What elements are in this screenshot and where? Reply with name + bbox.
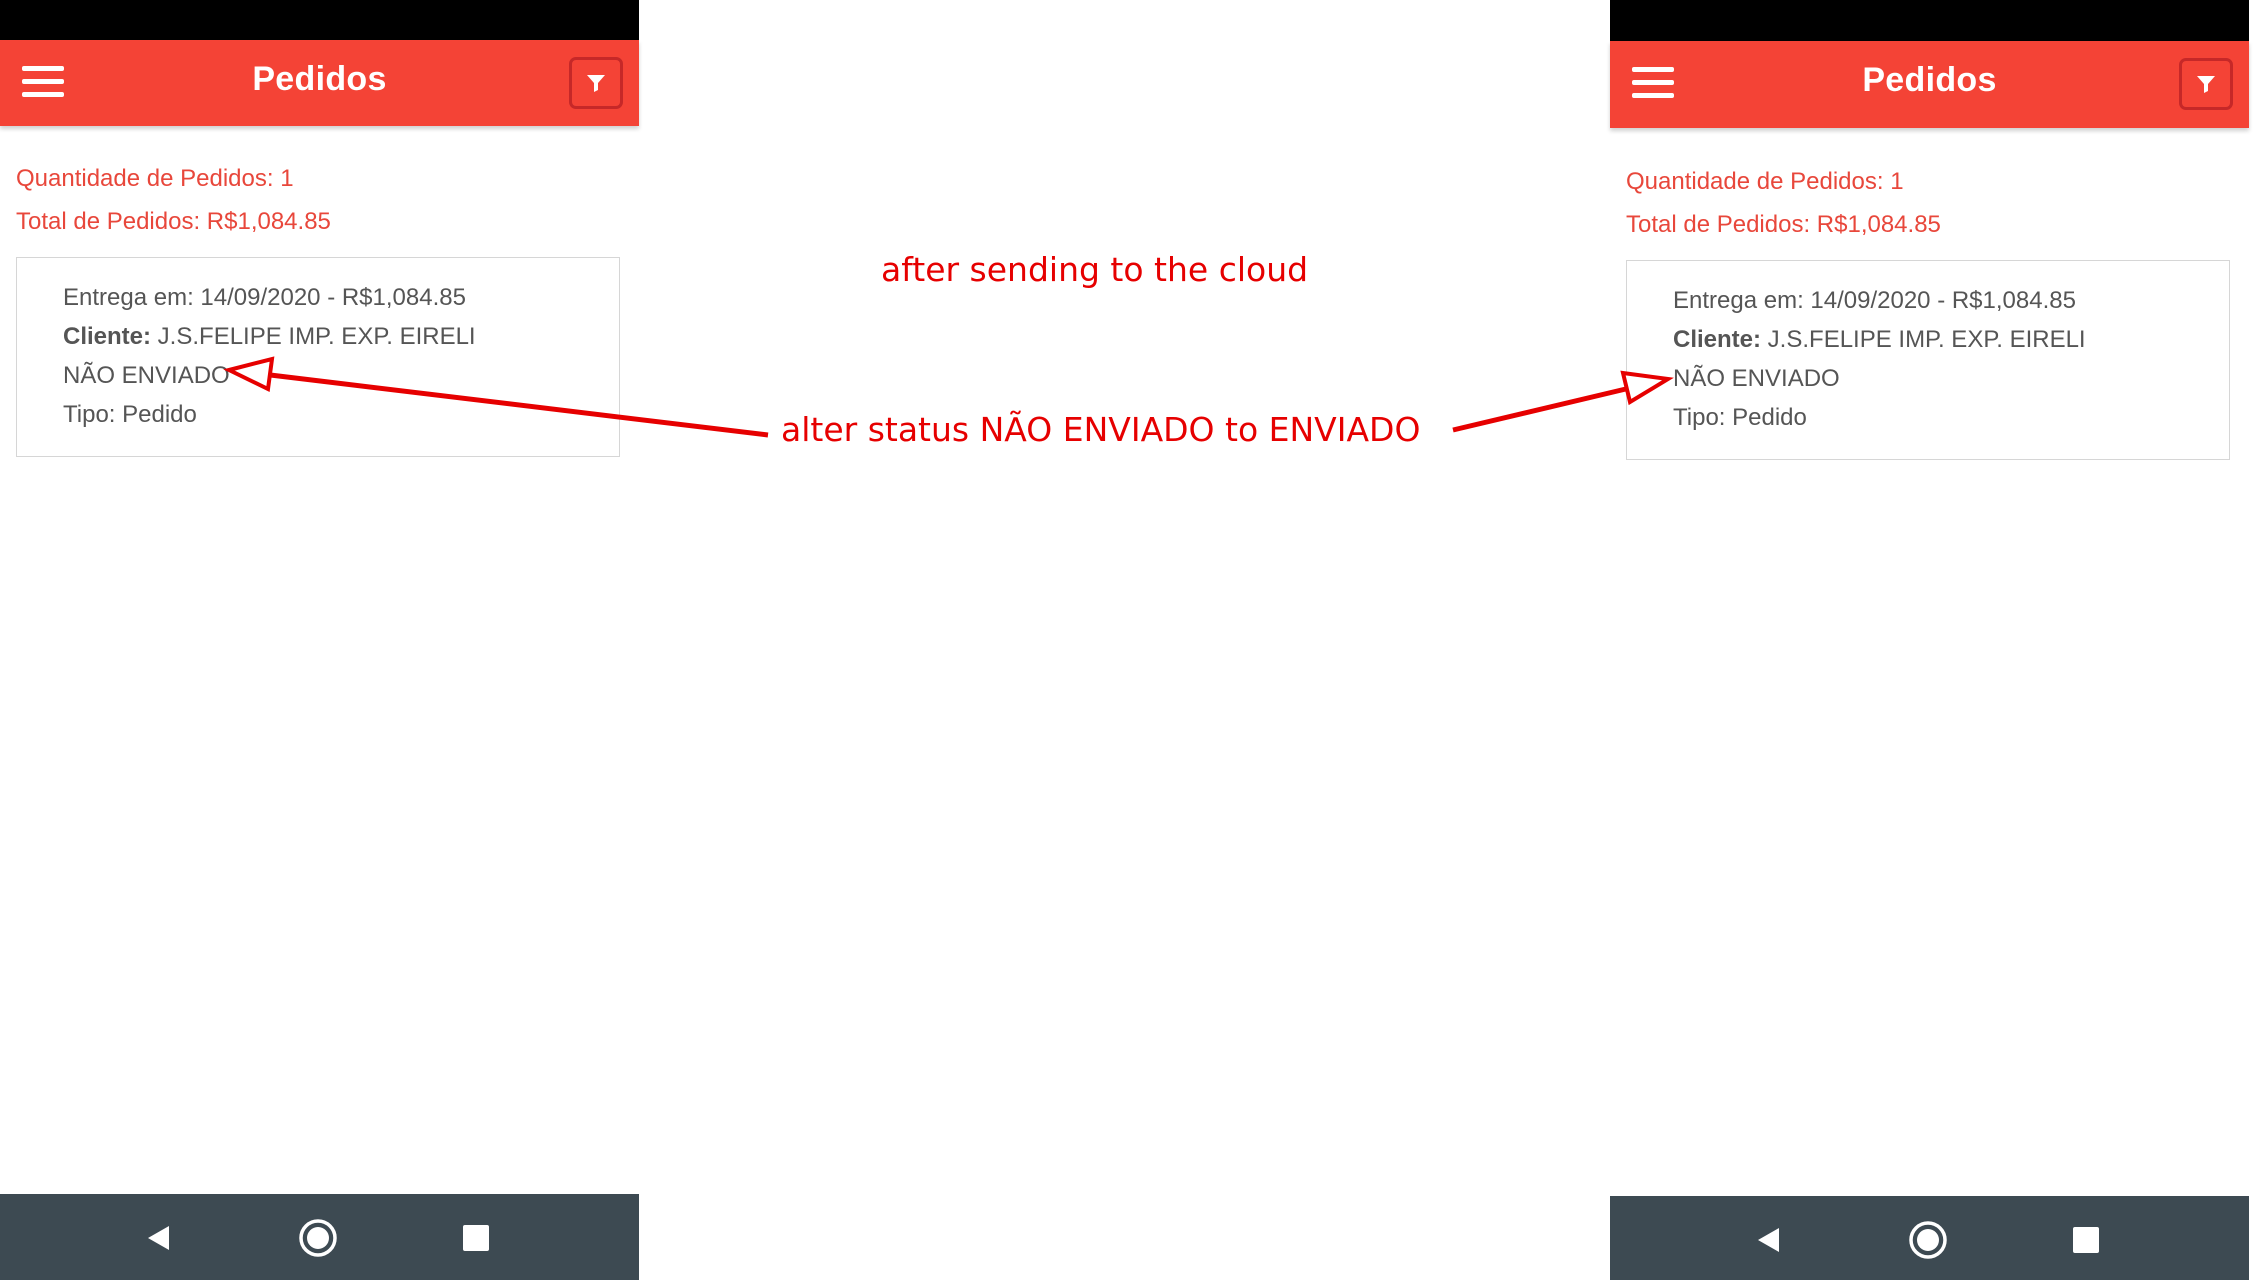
recents-button[interactable] — [2066, 1220, 2106, 1260]
status-bar — [0, 0, 639, 40]
phone-screen-before: Pedidos Quantidade de Pedidos: 1 Total d… — [0, 0, 639, 1280]
phone-screen-after: Pedidos Quantidade de Pedidos: 1 Total d… — [1610, 0, 2249, 1280]
client-label: Cliente: — [1673, 326, 1762, 353]
funnel-filter-icon — [587, 75, 605, 92]
order-type: Tipo: Pedido — [63, 401, 197, 428]
funnel-filter-icon — [2197, 76, 2215, 93]
system-nav-bar — [0, 1194, 639, 1280]
app-toolbar: Pedidos — [1610, 41, 2249, 128]
status-bar — [1610, 0, 2249, 41]
screenshot-canvas: Pedidos Quantidade de Pedidos: 1 Total d… — [0, 0, 2268, 1280]
annotation-alter-status: alter status NÃO ENVIADO to ENVIADO — [781, 410, 1421, 449]
system-nav-bar — [1610, 1196, 2249, 1280]
order-type: Tipo: Pedido — [1673, 404, 1807, 431]
delivery-info: Entrega em: 14/09/2020 - R$1,084.85 — [63, 284, 466, 311]
order-card[interactable]: Entrega em: 14/09/2020 - R$1,084.85 Clie… — [1626, 260, 2230, 460]
filter-button[interactable] — [569, 57, 623, 109]
triangle-back-icon — [1758, 1228, 1779, 1252]
client-name: J.S.FELIPE IMP. EXP. EIRELI — [1761, 326, 2086, 353]
square-recents-icon — [463, 1225, 489, 1251]
order-summary: Quantidade de Pedidos: 1 Total de Pedido… — [1626, 160, 1941, 246]
home-button[interactable] — [298, 1218, 338, 1258]
square-recents-icon — [2073, 1227, 2099, 1253]
filter-button[interactable] — [2179, 58, 2233, 110]
order-status: NÃO ENVIADO — [63, 362, 230, 389]
back-button[interactable] — [1750, 1220, 1790, 1260]
order-count: Quantidade de Pedidos: 1 — [1626, 168, 1904, 195]
order-total: Total de Pedidos: R$1,084.85 — [1626, 211, 1941, 238]
circle-home-icon — [299, 1219, 337, 1257]
annotation-after-sending: after sending to the cloud — [881, 250, 1309, 289]
client-info: Cliente: J.S.FELIPE IMP. EXP. EIRELI — [1673, 320, 2086, 359]
app-toolbar: Pedidos — [0, 40, 639, 126]
recents-button[interactable] — [456, 1218, 496, 1258]
delivery-info: Entrega em: 14/09/2020 - R$1,084.85 — [1673, 287, 2076, 314]
order-card[interactable]: Entrega em: 14/09/2020 - R$1,084.85 Clie… — [16, 257, 620, 457]
page-title: Pedidos — [1862, 61, 1997, 99]
page-title: Pedidos — [252, 60, 387, 98]
order-count: Quantidade de Pedidos: 1 — [16, 165, 294, 192]
client-name: J.S.FELIPE IMP. EXP. EIRELI — [151, 323, 476, 350]
circle-home-icon — [1909, 1221, 1947, 1259]
order-total: Total de Pedidos: R$1,084.85 — [16, 208, 331, 235]
back-button[interactable] — [140, 1218, 180, 1258]
order-summary: Quantidade de Pedidos: 1 Total de Pedido… — [16, 157, 331, 243]
client-label: Cliente: — [63, 323, 152, 350]
client-info: Cliente: J.S.FELIPE IMP. EXP. EIRELI — [63, 317, 476, 356]
home-button[interactable] — [1908, 1220, 1948, 1260]
triangle-back-icon — [148, 1226, 169, 1250]
order-status: NÃO ENVIADO — [1673, 365, 1840, 392]
